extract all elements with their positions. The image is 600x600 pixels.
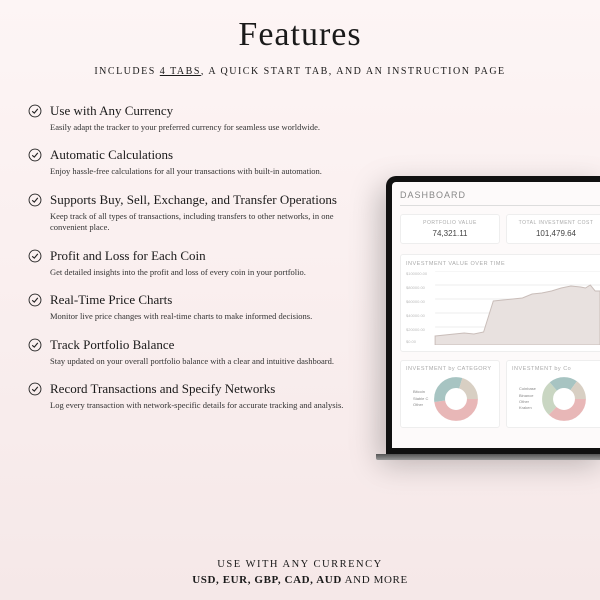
feature-item: Track Portfolio Balance Stay updated on … [28, 337, 360, 367]
donut-chart-icon [433, 376, 479, 422]
kpi-value: 74,321.11 [405, 229, 495, 238]
check-icon [28, 293, 42, 307]
check-icon [28, 104, 42, 118]
donut-title: INVESTMENT by CATEGORY [406, 366, 494, 372]
donut-category-card: INVESTMENT by CATEGORY Bitcoin Stable C … [400, 360, 500, 428]
ytick: $20000.00 [406, 327, 425, 332]
donut-coin-card: INVESTMENT by Co Coinbase Binance Other … [506, 360, 600, 428]
feature-desc: Stay updated on your overall portfolio b… [50, 356, 350, 367]
feature-title: Record Transactions and Specify Networks [50, 381, 360, 397]
feature-desc: Easily adapt the tracker to your preferr… [50, 122, 350, 133]
donut-legend: Coinbase Binance Other Kraken [512, 386, 536, 412]
donut-legend: Bitcoin Stable C Other [406, 389, 428, 408]
check-icon [28, 338, 42, 352]
feature-title: Automatic Calculations [50, 147, 360, 163]
donut-chart-icon [541, 376, 587, 422]
page-title: Features [0, 0, 600, 54]
check-icon [28, 249, 42, 263]
check-icon [28, 193, 42, 207]
footer-currencies: USD, EUR, GBP, CAD, AUD [192, 574, 342, 586]
legend-item: Bitcoin [406, 389, 428, 395]
feature-desc: Get detailed insights into the profit an… [50, 267, 350, 278]
feature-title: Profit and Loss for Each Coin [50, 248, 360, 264]
subtitle-post: , A QUICK START TAB, AND AN INSTRUCTION … [201, 66, 506, 77]
laptop-base [376, 454, 600, 460]
dashboard-title: DASHBOARD [400, 190, 600, 206]
feature-desc: Enjoy hassle-free calculations for all y… [50, 166, 350, 177]
feature-item: Real-Time Price Charts Monitor live pric… [28, 292, 360, 322]
footer-line2: USD, EUR, GBP, CAD, AUD AND MORE [0, 574, 600, 586]
donut-title: INVESTMENT by Co [512, 366, 600, 372]
check-icon [28, 382, 42, 396]
ytick: $80000.00 [406, 285, 425, 290]
legend-item: Coinbase [512, 386, 536, 392]
kpi-value: 101,479.64 [511, 229, 600, 238]
legend-item: Kraken [512, 405, 536, 411]
feature-title: Track Portfolio Balance [50, 337, 360, 353]
area-chart: $100000.00 $80000.00 $60000.00 $40000.00… [406, 271, 600, 345]
feature-title: Real-Time Price Charts [50, 292, 360, 308]
dashboard-screen: DASHBOARD PORTFOLIO VALUE 74,321.11 TOTA… [392, 182, 600, 448]
feature-title: Use with Any Currency [50, 103, 360, 119]
feature-desc: Monitor live price changes with real-tim… [50, 311, 350, 322]
footer-line1: USE WITH ANY CURRENCY [0, 559, 600, 570]
ytick: $40000.00 [406, 313, 425, 318]
laptop-mockup: DASHBOARD PORTFOLIO VALUE 74,321.11 TOTA… [386, 176, 600, 496]
subtitle: INCLUDES 4 TABS, A QUICK START TAB, AND … [0, 54, 600, 77]
area-chart-card: INVESTMENT VALUE OVER TIME $100000.00 $8… [400, 254, 600, 352]
legend-item: Other [406, 402, 428, 408]
subtitle-pre: INCLUDES [94, 66, 159, 77]
footer: USE WITH ANY CURRENCY USD, EUR, GBP, CAD… [0, 559, 600, 586]
ytick: $100000.00 [406, 271, 427, 276]
feature-item: Use with Any Currency Easily adapt the t… [28, 103, 360, 133]
kpi-portfolio-value: PORTFOLIO VALUE 74,321.11 [400, 214, 500, 244]
feature-item: Record Transactions and Specify Networks… [28, 381, 360, 411]
kpi-label: PORTFOLIO VALUE [405, 220, 495, 226]
subtitle-tabs: 4 TABS [160, 66, 201, 77]
feature-item: Profit and Loss for Each Coin Get detail… [28, 248, 360, 278]
footer-suffix: AND MORE [342, 574, 408, 586]
check-icon [28, 148, 42, 162]
kpi-total-investment: TOTAL INVESTMENT COST 101,479.64 [506, 214, 600, 244]
kpi-label: TOTAL INVESTMENT COST [511, 220, 600, 226]
feature-desc: Log every transaction with network-speci… [50, 400, 350, 411]
ytick: $60000.00 [406, 299, 425, 304]
feature-desc: Keep track of all types of transactions,… [50, 211, 350, 234]
ytick: $0.00 [406, 339, 416, 344]
feature-item: Supports Buy, Sell, Exchange, and Transf… [28, 192, 360, 234]
chart-title: INVESTMENT VALUE OVER TIME [406, 261, 600, 267]
feature-item: Automatic Calculations Enjoy hassle-free… [28, 147, 360, 177]
laptop-screen-bezel: DASHBOARD PORTFOLIO VALUE 74,321.11 TOTA… [386, 176, 600, 454]
feature-title: Supports Buy, Sell, Exchange, and Transf… [50, 192, 360, 208]
feature-list: Use with Any Currency Easily adapt the t… [0, 77, 360, 412]
